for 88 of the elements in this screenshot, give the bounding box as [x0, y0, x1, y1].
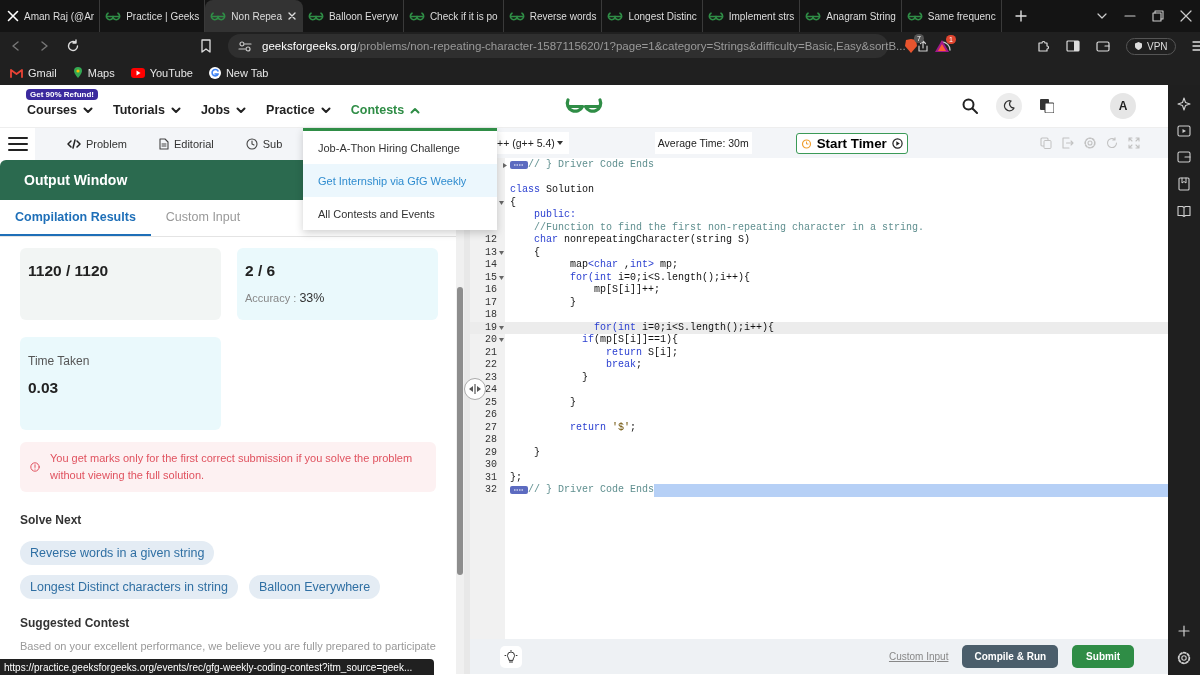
status-url: https://practice.geeksforgeeks.org/events/rec/gfg-weekly-coding-contest?itm_source=geek... — [4, 661, 413, 673]
menu-item[interactable]: All Contests and Events — [303, 197, 497, 230]
code-line: } — [569, 296, 576, 309]
line-number: 30 — [485, 459, 497, 472]
line-number: 16 — [485, 284, 497, 297]
section-title: Suggested Contest — [20, 616, 130, 630]
browser-tab[interactable]: Same frequenc — [901, 0, 1002, 32]
line-number: 29 — [485, 446, 497, 459]
nav-menu[interactable]: Jobs — [200, 95, 247, 117]
line-number: 26 — [485, 409, 497, 422]
code-line: // } Driver Code Ends — [528, 159, 655, 172]
nav-menu[interactable]: Contests — [350, 95, 421, 117]
browser-tab[interactable]: Implement strs — [702, 0, 801, 32]
line-number: 12 — [485, 234, 497, 247]
promo-badge: Get 90% Refund! — [26, 89, 98, 100]
bookmark[interactable]: Gmail — [10, 66, 57, 79]
line-number: 25 — [485, 396, 497, 409]
browser-tab[interactable]: Longest Distinc — [602, 0, 703, 32]
problem-tab[interactable]: Sub — [245, 138, 283, 150]
code-line: { — [510, 196, 516, 209]
code-line: for(int i=0;i<S.length();i++){ — [593, 321, 775, 334]
section-title: Solve Next — [20, 513, 82, 527]
browser-tab[interactable]: Aman Raj (@Ar — [2, 0, 101, 32]
code-line: break; — [605, 359, 643, 372]
code-line: // } Driver Code Ends — [528, 484, 655, 497]
line-number: 28 — [485, 434, 497, 447]
line-number: 27 — [485, 421, 497, 434]
bookmark[interactable]: Maps — [72, 66, 115, 79]
notice-text: You get marks only for the first correct submission if you solve the problem without viewing the full solution. — [50, 451, 414, 483]
line-number: 17 — [485, 296, 497, 309]
result-value: 2 / 6 — [245, 262, 276, 280]
code-line: } — [569, 396, 576, 409]
compile-run-button[interactable]: Compile & Run — [962, 645, 1059, 668]
browser-tab[interactable]: Balloon Everyw — [302, 0, 404, 32]
line-number: 32 — [485, 484, 497, 497]
average-time: Average Time: 30m — [654, 132, 752, 154]
problem-link[interactable]: Longest Distinct characters in string — [20, 575, 238, 599]
problem-link[interactable]: Balloon Everywhere — [249, 575, 381, 599]
panel-tab[interactable]: Compilation Results — [0, 200, 151, 236]
line-number: 13 — [485, 246, 497, 259]
line-number: 14 — [485, 259, 497, 272]
bookmark[interactable]: YouTube — [130, 66, 193, 79]
line-number: 18 — [485, 309, 497, 322]
code-line: for(int i=0;i<S.length();i++){ — [569, 271, 751, 284]
browser-tab[interactable]: Reverse words — [503, 0, 603, 32]
menu-item[interactable]: Get Internship via GfG Weekly — [303, 164, 497, 197]
code-line: }; — [510, 471, 522, 484]
browser-tab[interactable]: Anagram String — [800, 0, 902, 32]
line-number: 22 — [485, 359, 497, 372]
start-timer-button[interactable]: Start Timer — [795, 132, 908, 154]
bookmark[interactable]: New Tab — [208, 66, 269, 79]
line-number: 31 — [485, 471, 497, 484]
line-number: 19 — [485, 321, 497, 334]
nav-menu[interactable]: Tutorials — [113, 95, 181, 117]
line-number: 23 — [485, 371, 497, 384]
browser-tab[interactable]: Check if it is po — [403, 0, 504, 32]
code-line: { — [533, 246, 540, 259]
problem-tab[interactable]: Problem — [67, 138, 127, 150]
code-line: public: — [533, 209, 576, 222]
language-select[interactable]: ++ (g++ 5.4) — [497, 132, 569, 154]
code-line: return S[i]; — [605, 346, 679, 359]
line-number: 20 — [485, 334, 497, 347]
result-value: 0.03 — [28, 379, 59, 397]
code-line: class Solution — [510, 184, 595, 197]
panel-title: Output Window — [24, 172, 128, 188]
submit-button[interactable]: Submit — [1072, 645, 1134, 668]
menu-item[interactable]: Job-A-Thon Hiring Challenge — [303, 131, 497, 164]
code-line: //Function to find the first non-repeating character in a string. — [533, 221, 925, 234]
accuracy-text: Accuracy : 33% — [245, 291, 325, 305]
url-text: geeksforgeeks.org/problems/non-repeating-character-1587115620/1?page=1&category=Strings&difficulty=Basic,Easy&sortB... — [262, 40, 906, 52]
line-number: 21 — [485, 346, 497, 359]
nav-menu[interactable]: Practice — [266, 95, 331, 117]
problem-tab[interactable]: Editorial — [158, 138, 214, 150]
code-line: mp[S[i]]++; — [593, 284, 661, 297]
contest-text: Based on your excellent performance, we believe you are fully prepared to participate — [20, 640, 436, 652]
problem-link[interactable]: Reverse words in a given string — [20, 541, 215, 565]
code-line: map<char ,int> mp; — [569, 259, 679, 272]
result-value: 1120 / 1120 — [28, 262, 109, 280]
code-line: if(mp[S[i]]==1){ — [581, 334, 679, 347]
card-label: Time Taken — [28, 354, 90, 368]
line-number: 24 — [485, 384, 497, 397]
code-line: return '$'; — [569, 421, 637, 434]
browser-tab[interactable]: Non Repea — [205, 0, 303, 32]
line-number: 15 — [485, 271, 497, 284]
avatar[interactable]: A — [1110, 93, 1136, 119]
code-line: } — [533, 446, 540, 459]
code-line: } — [581, 371, 588, 384]
code-line: char nonrepeatingCharacter(string S) — [533, 234, 751, 247]
